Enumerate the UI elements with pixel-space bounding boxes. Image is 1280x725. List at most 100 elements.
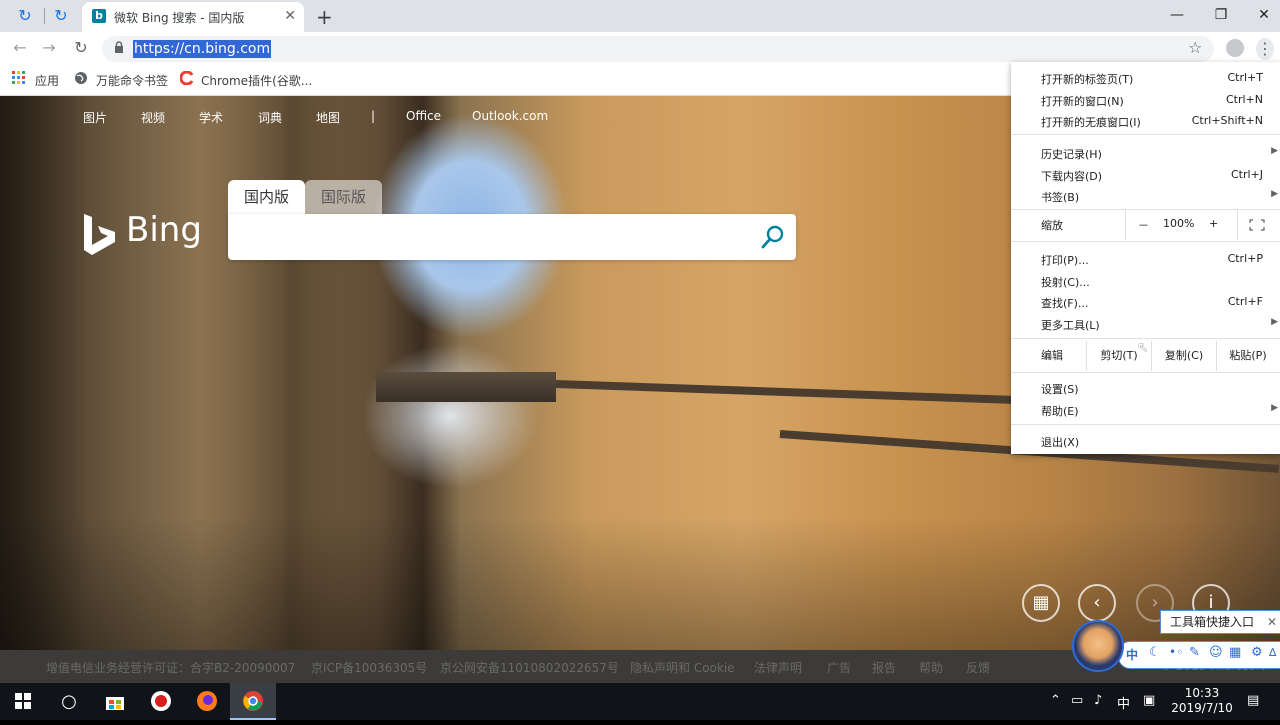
chrome-c-icon xyxy=(179,70,194,86)
footer-license[interactable]: 增值电信业务经营许可证：合字B2-20090007 xyxy=(46,659,295,676)
bookmark-commands[interactable]: 万能命令书签 xyxy=(96,72,168,89)
ime-toolbox-text: 工具箱快捷入口 xyxy=(1170,615,1255,629)
footer-icp[interactable]: 京ICP备10036305号 xyxy=(311,659,427,676)
tab-international[interactable]: 国际版 xyxy=(305,180,383,214)
menu-separator xyxy=(1011,372,1280,373)
nav-videos[interactable]: 视频 xyxy=(141,109,165,126)
bookmark-chrome-plugins[interactable]: Chrome插件(谷歌... xyxy=(201,72,312,89)
wrench-icon[interactable]: ✎ xyxy=(1189,645,1200,660)
menu-separator xyxy=(1011,134,1280,135)
ime-toolbar[interactable]: 中 ☾ •◦ ✎ ☺ ▦ ⚙ ∆ xyxy=(1118,641,1280,669)
new-tab-button[interactable]: + xyxy=(316,5,333,29)
menu-new-tab[interactable]: 打开新的标签页(T) xyxy=(1041,71,1133,87)
footer-help[interactable]: 帮助 xyxy=(919,659,943,676)
menu-downloads-shortcut: Ctrl+J xyxy=(1230,168,1263,181)
qr-code-icon[interactable]: ▦ xyxy=(1022,584,1060,622)
nav-academic[interactable]: 学术 xyxy=(199,109,223,126)
chrome-menu-button[interactable]: ⋮ xyxy=(1256,38,1274,60)
menu-copy[interactable]: 复制(C) xyxy=(1152,342,1216,370)
fullscreen-icon[interactable] xyxy=(1249,219,1265,234)
ime-avatar[interactable] xyxy=(1072,620,1124,672)
menu-print[interactable]: 打印(P)... xyxy=(1041,252,1089,268)
menu-find[interactable]: 查找(F)... xyxy=(1041,295,1088,311)
tray-language[interactable]: 中 xyxy=(1117,693,1130,712)
moon-icon[interactable]: ☾ xyxy=(1149,645,1161,660)
ime-toolbox-label[interactable]: 工具箱快捷入口 ✕ xyxy=(1160,610,1280,634)
menu-history[interactable]: 历史记录(H) xyxy=(1041,146,1102,162)
menu-exit[interactable]: 退出(X) xyxy=(1041,434,1079,450)
store-icon[interactable] xyxy=(92,683,138,720)
tab-domestic[interactable]: 国内版 xyxy=(228,180,306,214)
ime-tray-icon[interactable]: ▣ xyxy=(1143,693,1155,708)
ime-close-icon[interactable]: ✕ xyxy=(1267,611,1277,633)
bookmark-star-icon[interactable]: ☆ xyxy=(1188,38,1202,57)
windows-start-icon[interactable] xyxy=(0,683,46,720)
smiley-icon[interactable]: ☺ xyxy=(1209,645,1223,660)
footer-legal[interactable]: 法律声明 xyxy=(754,659,802,676)
nav-separator: | xyxy=(371,109,376,123)
nav-outlook[interactable]: Outlook.com xyxy=(472,109,548,123)
zoom-out-button[interactable]: － xyxy=(1138,217,1149,233)
nav-dictionary[interactable]: 词典 xyxy=(258,109,282,126)
ime-settings-icon[interactable]: ⚙ xyxy=(1251,645,1263,660)
menu-settings[interactable]: 设置(S) xyxy=(1041,381,1079,397)
cortana-icon[interactable]: ○ xyxy=(46,683,92,720)
menu-incognito[interactable]: 打开新的无痕窗口(I) xyxy=(1041,114,1141,130)
clock-date: 2019/7/10 xyxy=(1171,701,1233,715)
search-input[interactable] xyxy=(228,214,796,260)
nav-images[interactable]: 图片 xyxy=(83,109,107,126)
menu-paste[interactable]: 粘贴(P) xyxy=(1217,342,1279,370)
submenu-arrow-icon: ▶ xyxy=(1271,189,1278,199)
submenu-arrow-icon: ▶ xyxy=(1271,403,1278,413)
lock-icon[interactable]: ∆ xyxy=(1269,646,1276,659)
volume-icon[interactable]: ♪ xyxy=(1094,693,1102,708)
apps-grid-icon xyxy=(12,71,26,85)
forward-button[interactable]: → xyxy=(38,37,60,59)
search-icon[interactable] xyxy=(760,224,786,250)
menu-downloads[interactable]: 下载内容(D) xyxy=(1041,168,1102,184)
footer-ads[interactable]: 广告 xyxy=(827,659,851,676)
menu-bookmarks[interactable]: 书签(B) xyxy=(1041,189,1079,205)
window-close-button[interactable]: ✕ xyxy=(1249,4,1279,26)
browser-tab[interactable]: b 微软 Bing 搜索 - 国内版 ✕ xyxy=(82,2,304,32)
footer-privacy[interactable]: 隐私声明和 Cookie xyxy=(630,659,735,676)
bing-logo-text[interactable]: Bing xyxy=(126,210,202,250)
maximize-button[interactable]: ❐ xyxy=(1206,4,1236,26)
nav-maps[interactable]: 地图 xyxy=(316,109,340,126)
network-icon[interactable]: ▭ xyxy=(1071,693,1083,708)
grid-icon[interactable]: ▦ xyxy=(1229,645,1241,660)
tray-chevron-icon[interactable]: ⌃ xyxy=(1050,693,1061,708)
nav-office[interactable]: Office xyxy=(406,109,441,123)
footer-police[interactable]: 京公网安备11010802022657号 xyxy=(440,659,619,676)
back-button[interactable]: ← xyxy=(9,37,31,59)
menu-find-shortcut: Ctrl+F xyxy=(1227,295,1263,308)
taskbar-clock[interactable]: 10:33 2019/7/10 xyxy=(1170,686,1234,716)
lock-icon[interactable] xyxy=(114,41,124,56)
screen-recorder-icon[interactable] xyxy=(138,683,184,720)
zoom-in-button[interactable]: + xyxy=(1209,217,1218,230)
url-text[interactable]: https://cn.bing.com xyxy=(133,40,272,58)
tab-close-icon[interactable]: ✕ xyxy=(284,8,296,24)
profile-avatar[interactable] xyxy=(1226,39,1244,57)
bing-favicon-icon: b xyxy=(92,9,106,23)
quote-icon[interactable]: •◦ xyxy=(1169,645,1183,659)
footer-report[interactable]: 报告 xyxy=(872,659,896,676)
previous-image-button[interactable]: ‹ xyxy=(1078,584,1116,622)
bookmark-apps[interactable]: 应用 xyxy=(35,72,59,89)
menu-new-window[interactable]: 打开新的窗口(N) xyxy=(1041,93,1124,109)
reload-button[interactable]: ↻ xyxy=(70,37,92,59)
globe-icon xyxy=(74,71,88,85)
footer-feedback[interactable]: 反馈 xyxy=(966,659,990,676)
notification-icon[interactable]: ▤ xyxy=(1247,693,1259,708)
menu-more-tools[interactable]: 更多工具(L) xyxy=(1041,317,1100,333)
menu-incognito-shortcut: Ctrl+Shift+N xyxy=(1191,114,1263,127)
clock-time: 10:33 xyxy=(1184,686,1220,700)
menu-edit-label: 编辑 xyxy=(1041,349,1063,362)
menu-cast[interactable]: 投射(C)... xyxy=(1041,274,1090,290)
menu-separator xyxy=(1011,209,1280,210)
firefox-icon[interactable] xyxy=(184,683,230,720)
chrome-taskbar-icon[interactable] xyxy=(230,683,276,720)
ime-mode-text[interactable]: 中 xyxy=(1126,646,1138,663)
menu-help[interactable]: 帮助(E) xyxy=(1041,403,1079,419)
minimize-button[interactable]: — xyxy=(1162,4,1192,26)
